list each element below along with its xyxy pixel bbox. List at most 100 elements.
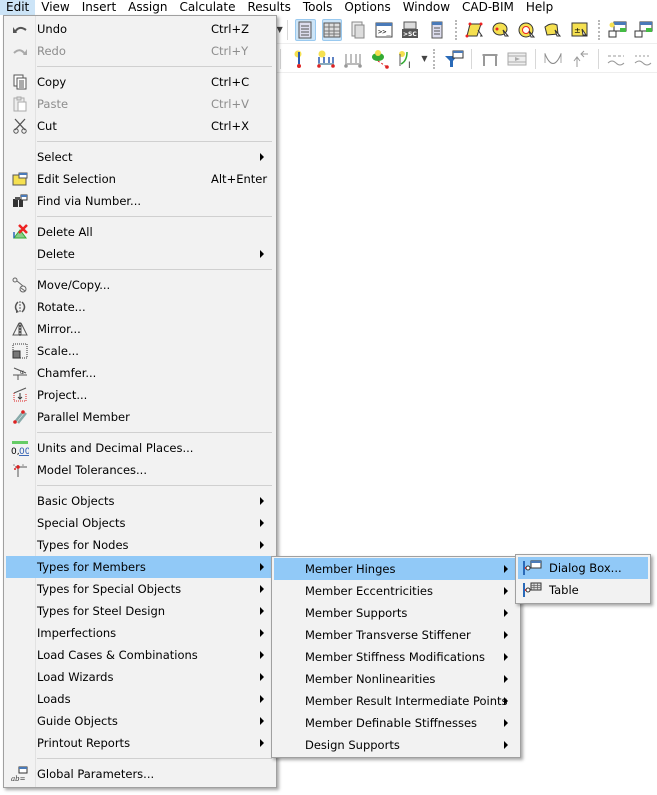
report-icon[interactable] [348, 19, 368, 41]
menu-item-types-for-special-objects[interactable]: Types for Special Objects [6, 578, 274, 600]
menu-item-load-cases-combinations[interactable]: Load Cases & Combinations [6, 644, 274, 666]
menu-item-mirror[interactable]: Mirror... [6, 318, 274, 340]
table-grid-icon[interactable] [321, 18, 342, 41]
menu-item-label: Copy [37, 75, 67, 89]
units-icon: 0, 00 [6, 437, 34, 459]
toolbar-grip[interactable] [454, 19, 457, 40]
menu-item-types-for-nodes[interactable]: Types for Nodes [6, 534, 274, 556]
menu-item-member-hinges[interactable]: Member Hinges [274, 558, 518, 580]
menu-item-types-for-steel-design[interactable]: Types for Steel Design [6, 600, 274, 622]
menu-item-types-for-members[interactable]: Types for Members [6, 556, 274, 578]
area-select-icon[interactable] [543, 19, 563, 41]
mirror-icon [6, 318, 34, 340]
menu-item-delete-all[interactable]: Delete All [6, 221, 274, 243]
menu-item-project[interactable]: Project... [6, 384, 274, 406]
script-icon[interactable]: >SC [400, 19, 420, 41]
project-icon [6, 384, 34, 406]
menu-item-loads[interactable]: Loads [6, 688, 274, 710]
deformation-icon[interactable] [543, 48, 564, 70]
dropdown-arrow-icon[interactable]: ▼ [276, 19, 283, 41]
menu-item-select[interactable]: Select [6, 146, 274, 168]
menu-calculate[interactable]: Calculate [173, 0, 241, 15]
export-model-icon[interactable] [634, 19, 654, 41]
types-for-members-submenu: Member Hinges Member Eccentricities Memb… [271, 556, 521, 758]
submenu-arrow-icon [260, 541, 264, 549]
menu-item-dialog-box[interactable]: Dialog Box... [518, 557, 648, 579]
menu-view[interactable]: View [35, 0, 75, 15]
menu-item-global-parameters[interactable]: ab= Global Parameters... [6, 763, 274, 785]
solid-select-icon[interactable] [491, 19, 511, 41]
menu-item-member-result-intermediate-points[interactable]: Member Result Intermediate Points [274, 690, 518, 712]
menu-item-member-transverse-stiffener[interactable]: Member Transverse Stiffener [274, 624, 518, 646]
menu-window[interactable]: Window [397, 0, 456, 15]
menu-item-member-nonlinearities[interactable]: Member Nonlinearities [274, 668, 518, 690]
film-icon[interactable] [506, 48, 527, 70]
menu-tools[interactable]: Tools [297, 0, 339, 15]
list-icon[interactable] [427, 19, 447, 41]
surface-load-icon[interactable] [369, 48, 390, 70]
table-list-icon[interactable] [295, 18, 316, 41]
surface-select-icon[interactable] [465, 19, 485, 41]
free-load-icon[interactable]: I [396, 48, 417, 70]
member-load-disabled-icon[interactable] [342, 48, 363, 70]
menu-assign[interactable]: Assign [122, 0, 173, 15]
menu-item-redo[interactable]: Redo Ctrl+Y [6, 40, 274, 62]
menu-item-guide-objects[interactable]: Guide Objects [6, 710, 274, 732]
frame-icon[interactable] [479, 48, 500, 70]
menu-insert[interactable]: Insert [76, 0, 122, 15]
menu-item-rotate[interactable]: Rotate... [6, 296, 274, 318]
menu-item-parallel-member[interactable]: Parallel Member [6, 406, 274, 428]
toolbar-top: ▼ >>_ >SC ± [276, 16, 657, 44]
global-parameters-icon: ab= [6, 763, 34, 785]
opening-select-icon[interactable] [517, 19, 537, 41]
menu-item-imperfections[interactable]: Imperfections [6, 622, 274, 644]
menu-item-member-supports[interactable]: Member Supports [274, 602, 518, 624]
menu-options[interactable]: Options [338, 0, 396, 15]
menu-item-paste[interactable]: Paste Ctrl+V [6, 93, 274, 115]
menu-item-member-definable-stiffnesses[interactable]: Member Definable Stiffnesses [274, 712, 518, 734]
menu-item-scale[interactable]: Scale... [6, 340, 274, 362]
menu-item-units[interactable]: 0, 00 Units and Decimal Places... [6, 437, 274, 459]
copy-model-icon[interactable] [608, 19, 628, 41]
menu-item-cut[interactable]: Cut Ctrl+X [6, 115, 274, 137]
menu-item-undo[interactable]: Undo Ctrl+Z [6, 18, 274, 40]
submenu-arrow-icon [260, 695, 264, 703]
filter-icon[interactable] [443, 48, 464, 70]
menu-cad-bim[interactable]: CAD-BIM [456, 0, 520, 15]
menu-results[interactable]: Results [241, 0, 296, 15]
chamfer-icon: α [6, 362, 34, 384]
menu-item-special-objects[interactable]: Special Objects [6, 512, 274, 534]
submenu-arrow-icon [504, 565, 508, 573]
menu-item-move-copy[interactable]: Move/Copy... [6, 274, 274, 296]
menu-item-edit-selection[interactable]: Edit Selection Alt+Enter [6, 168, 274, 190]
menu-item-basic-objects[interactable]: Basic Objects [6, 490, 274, 512]
menu-item-table[interactable]: Table [518, 579, 648, 601]
menu-item-load-wizards[interactable]: Load Wizards [6, 666, 274, 688]
console-icon[interactable]: >>_ [374, 19, 394, 41]
line-wave-icon[interactable] [606, 48, 627, 70]
submenu-arrow-icon [260, 673, 264, 681]
menu-item-model-tolerances[interactable]: Model Tolerances... [6, 459, 274, 481]
toolbar-grip[interactable] [433, 48, 436, 69]
menu-item-member-eccentricities[interactable]: Member Eccentricities [274, 580, 518, 602]
menu-item-delete[interactable]: Delete [6, 243, 274, 265]
menu-item-chamfer[interactable]: α Chamfer... [6, 362, 274, 384]
menu-help[interactable]: Help [520, 0, 559, 15]
menu-item-label: Member Stiffness Modifications [305, 650, 485, 664]
menu-item-copy[interactable]: Copy Ctrl+C [6, 71, 274, 93]
menu-item-member-stiffness-modifications[interactable]: Member Stiffness Modifications [274, 646, 518, 668]
node-load-icon[interactable] [288, 48, 309, 70]
menu-item-label: Move/Copy... [37, 278, 111, 292]
member-load-icon[interactable] [315, 48, 336, 70]
menu-item-printout-reports[interactable]: Printout Reports [6, 732, 274, 754]
toolbar-grip[interactable] [597, 19, 600, 40]
value-select-icon[interactable]: ± [569, 19, 589, 41]
menu-item-find-via-number[interactable]: Find via Number... [6, 190, 274, 212]
arrows-icon[interactable] [570, 48, 591, 70]
menu-item-label: Special Objects [37, 516, 126, 530]
menu-item-shortcut: Ctrl+Z [211, 22, 249, 36]
menu-item-design-supports[interactable]: Design Supports [274, 734, 518, 756]
line-wave2-icon[interactable] [633, 48, 654, 70]
menu-edit[interactable]: Edit [0, 0, 36, 15]
dropdown-arrow-icon[interactable]: ▼ [421, 48, 429, 70]
